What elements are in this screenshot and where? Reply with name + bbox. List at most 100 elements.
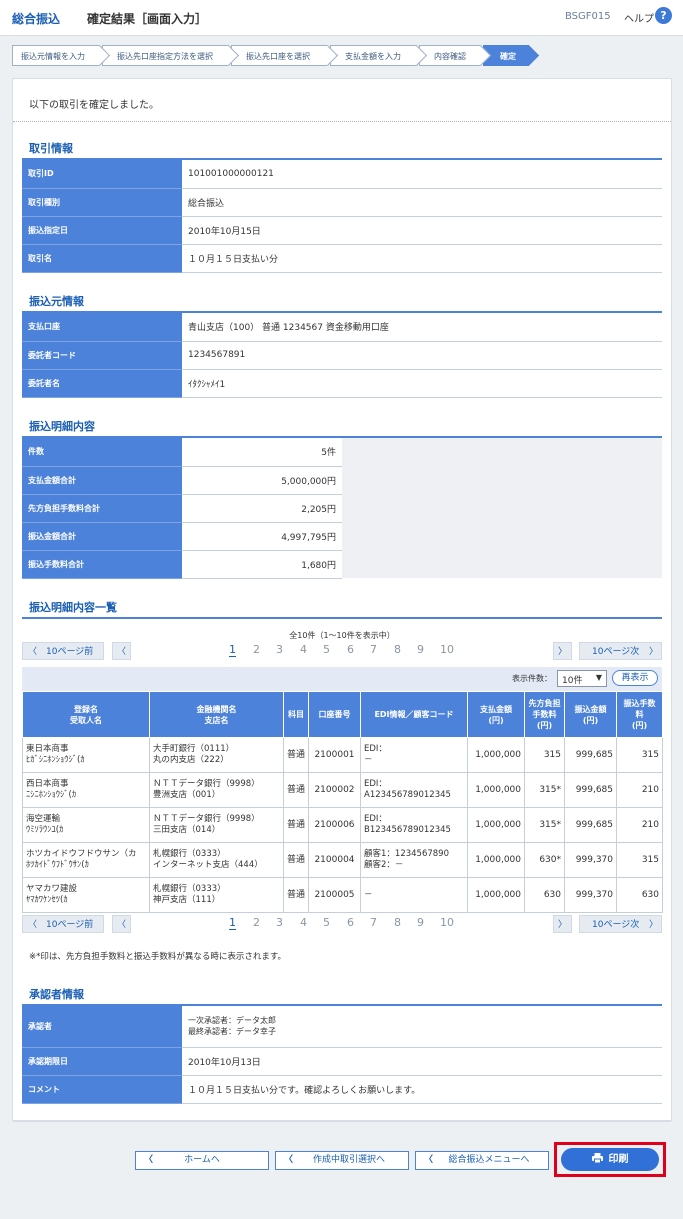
table-cell: 札幌銀行（0333） 神戸支店（111）: [149, 877, 284, 913]
divider: [13, 121, 671, 122]
step-5: 内容確認: [419, 45, 481, 66]
section-name[interactable]: 総合振込: [12, 10, 60, 27]
label: 振込手数料合計: [22, 550, 182, 579]
page-link[interactable]: 5: [323, 916, 330, 929]
page-link[interactable]: 2: [253, 643, 260, 656]
step-4: 支払金額を入力: [330, 45, 417, 66]
page-link[interactable]: 7: [370, 916, 377, 929]
table-cell: 315: [616, 737, 663, 773]
section-title-shoninsha: 承認者情報: [29, 988, 84, 1001]
label: 委託者コード: [22, 341, 182, 370]
chevron-left-icon: 〈: [116, 920, 126, 930]
page-link[interactable]: 6: [347, 916, 354, 929]
page-link[interactable]: 6: [347, 643, 354, 656]
page-link[interactable]: 3: [276, 643, 283, 656]
column-header: 先方負担 手数料 (円): [524, 691, 565, 738]
menu-button[interactable]: 〈 総合振込メニューへ: [415, 1151, 549, 1170]
table-cell: 2100006: [308, 807, 361, 843]
chevron-right-icon: 〉: [648, 647, 658, 657]
page-link[interactable]: 5: [323, 643, 330, 656]
display-count-label: 表示件数：: [512, 674, 552, 683]
page-title: 確定結果［画面入力］: [87, 12, 208, 26]
table-cell: 630: [616, 877, 663, 913]
next10-button[interactable]: 10ページ次〉: [579, 642, 662, 660]
completion-message: 以下の取引を確定しました。: [29, 100, 159, 111]
table-cell: 2100001: [308, 737, 361, 773]
pager-top: 〈 10ページ前 〈 1 2 3 4 5 6 7 8 9 10 〉 10ページ次〉: [22, 642, 662, 660]
column-header: 振込金額 (円): [564, 691, 617, 738]
table-cell: 普通: [283, 807, 309, 843]
page-link[interactable]: 8: [394, 916, 401, 929]
table-cell: －: [360, 877, 468, 913]
page-link[interactable]: 1: [229, 643, 236, 657]
section-title-torihiki: 取引情報: [29, 142, 73, 155]
prev10-button[interactable]: 〈 10ページ前: [22, 642, 104, 660]
table-cell: 西日本商事 ﾆｼﾆﾎﾝｼｮｳｼﾞ(ｶ: [22, 772, 150, 808]
table-cell: 普通: [283, 737, 309, 773]
table-row: ヤマカワ建設 ﾔﾏｶﾜｹﾝｾﾂ(ｶ 札幌銀行（0333） 神戸支店（111） 普通 2…: [22, 877, 663, 913]
page-link[interactable]: 2: [253, 916, 260, 929]
meisai-table: 件数 5件 支払金額合計 5,000,000円 先方負担手数料合計 2,205円 振込…: [22, 438, 662, 579]
column-header: EDI情報／顧客コード: [360, 691, 468, 738]
print-button[interactable]: 印刷: [561, 1148, 659, 1171]
refresh-button[interactable]: 再表示: [612, 670, 658, 686]
select-value: 10件: [562, 676, 583, 686]
page-link[interactable]: 10: [440, 643, 454, 656]
table-cell: 1,000,000: [467, 877, 525, 913]
page-link[interactable]: 4: [300, 916, 307, 929]
display-count-select[interactable]: 10件 ▼: [557, 670, 607, 687]
next10-button[interactable]: 10ページ次〉: [579, 915, 662, 933]
page-link[interactable]: 9: [417, 916, 424, 929]
table-cell: ホツカイドウフドウサン（カ ﾎﾂｶｲﾄﾞｳﾌﾄﾞｳｻﾝ(ｶ: [22, 842, 150, 878]
sakusei-button[interactable]: 〈 作成中取引選択へ: [275, 1151, 409, 1170]
prev-button[interactable]: 〈: [112, 642, 131, 660]
next-button[interactable]: 〉: [553, 915, 572, 933]
table-cell: 315: [524, 737, 565, 773]
table-cell: 東日本商事 ﾋｶﾞｼﾆﾎﾝｼｮｳｼﾞ(ｶ: [22, 737, 150, 773]
table-header: 登録名 受取人名 金融機関名 支店名 科目 口座番号 EDI情報／顧客コード 支払金額 (…: [22, 691, 663, 738]
divider: [22, 617, 662, 619]
home-button[interactable]: 〈 ホームへ: [135, 1151, 269, 1170]
table-cell: 315*: [524, 772, 565, 808]
label: 承認者: [22, 1006, 182, 1048]
page-link[interactable]: 9: [417, 643, 424, 656]
triangle-down-icon: ▼: [595, 673, 602, 682]
table-cell: 1,000,000: [467, 807, 525, 843]
label: 承認期限日: [22, 1047, 182, 1076]
label: 取引種別: [22, 188, 182, 217]
step-2: 振込先口座指定方法を選択: [102, 45, 229, 66]
label: 支払口座: [22, 313, 182, 342]
next-button[interactable]: 〉: [553, 642, 572, 660]
column-header: 口座番号: [308, 691, 361, 738]
next10-label: 10ページ次: [592, 920, 640, 930]
shoninsha-table: 承認者 一次承認者：データ太郎 最終承認者：データ幸子 承認期限日 2010年10月…: [22, 1006, 662, 1104]
label: 先方負担手数料合計: [22, 494, 182, 523]
page-link[interactable]: 7: [370, 643, 377, 656]
column-header: 支払金額 (円): [467, 691, 525, 738]
page-link[interactable]: 1: [229, 916, 236, 930]
home-label: ホームへ: [184, 1155, 220, 1165]
prev-button[interactable]: 〈: [112, 915, 131, 933]
table-cell: 315*: [524, 807, 565, 843]
page-link[interactable]: 4: [300, 643, 307, 656]
chevron-right-icon: 〉: [557, 920, 567, 930]
menu-label: 総合振込メニューへ: [448, 1155, 530, 1165]
prev10-label: 10ページ前: [46, 647, 94, 657]
help-icon[interactable]: ?: [655, 7, 672, 24]
table-cell: 2100004: [308, 842, 361, 878]
label: コメント: [22, 1075, 182, 1104]
prev10-button[interactable]: 〈 10ページ前: [22, 915, 104, 933]
page-link[interactable]: 10: [440, 916, 454, 929]
label: 委託者名: [22, 369, 182, 398]
table-cell: ＮＴＴデータ銀行（9998） 三田支店（014）: [149, 807, 284, 843]
table-cell: 1,000,000: [467, 772, 525, 808]
table-cell: 315: [616, 842, 663, 878]
chevron-right-icon: 〉: [557, 647, 567, 657]
step-indicator: 振込元情報を入力 振込先口座指定方法を選択 振込先口座を選択 支払金額を入力 内…: [12, 45, 531, 66]
page-link[interactable]: 8: [394, 643, 401, 656]
help-link[interactable]: ヘルプ: [624, 10, 654, 25]
page-link[interactable]: 3: [276, 916, 283, 929]
section-title-furikomimoto: 振込元情報: [29, 295, 84, 308]
chevron-right-icon: 〉: [648, 920, 658, 930]
table-cell: 大手町銀行（0111） 丸の内支店（222）: [149, 737, 284, 773]
